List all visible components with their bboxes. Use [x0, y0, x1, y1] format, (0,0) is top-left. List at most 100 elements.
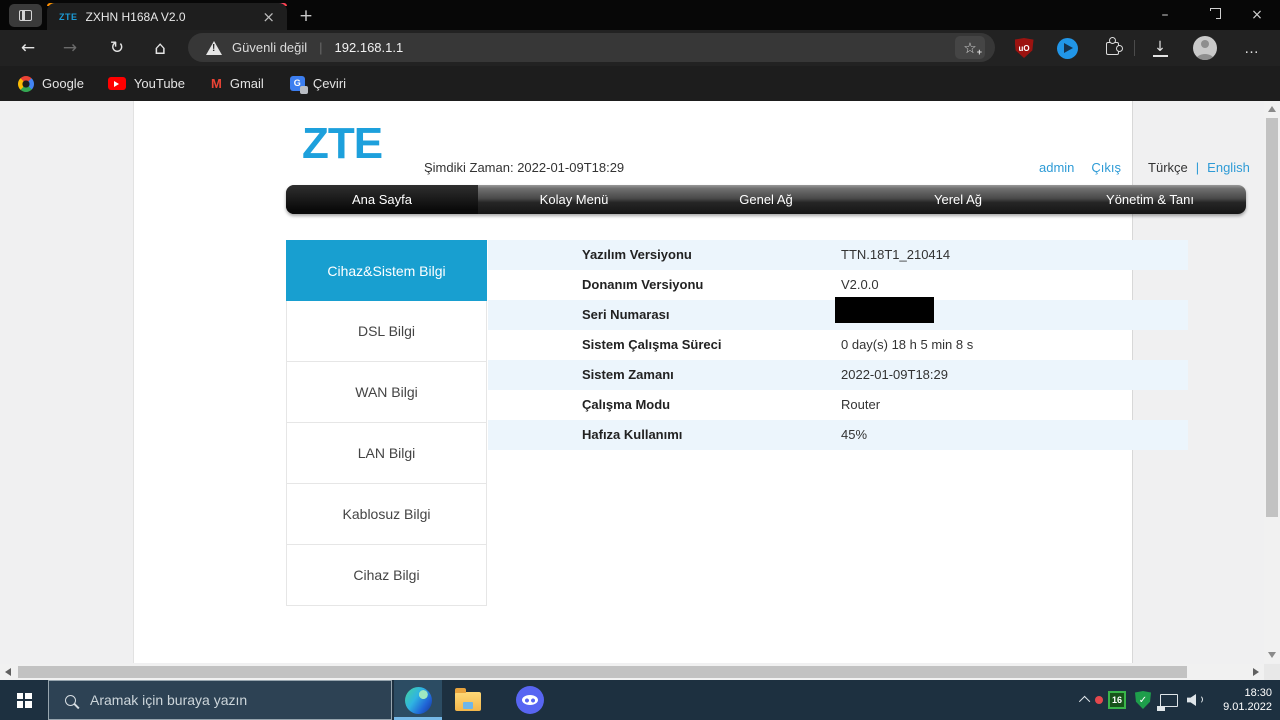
- extensions-menu-button[interactable]: [1098, 30, 1126, 66]
- logout-link[interactable]: Çıkış: [1091, 160, 1121, 175]
- info-row: Sistem Zamanı 2022-01-09T18:29: [488, 360, 1188, 390]
- ublock-shield-icon: [1014, 38, 1034, 58]
- scroll-up-icon[interactable]: [1268, 106, 1276, 112]
- bookmark-google[interactable]: Google: [12, 71, 90, 97]
- volume-button[interactable]: [1187, 693, 1203, 707]
- info-row: Donanım Versiyonu V2.0.0: [488, 270, 1188, 300]
- browser-titlebar: ZTE ZXHN H168A V2.0 × + – ×: [0, 0, 1280, 30]
- add-favorite-button[interactable]: [955, 36, 985, 59]
- tab-close-icon[interactable]: ×: [258, 8, 279, 26]
- tab-actions-button[interactable]: [9, 4, 42, 27]
- bookmark-label: Google: [42, 76, 84, 91]
- taskbar-search-box[interactable]: [48, 680, 392, 720]
- nav-tab-easy-menu[interactable]: Kolay Menü: [478, 185, 670, 214]
- info-label: Çalışma Modu: [582, 397, 671, 412]
- scroll-right-icon[interactable]: [1253, 668, 1259, 676]
- bookmark-label: Çeviri: [312, 76, 347, 91]
- info-row: Seri Numarası: [488, 297, 1188, 330]
- screen: ZTE ZXHN H168A V2.0 × + – × ← → ↻ ⌂ Güve…: [0, 0, 1280, 720]
- current-time-label: Şimdiki Zaman: 2022-01-09T18:29: [424, 160, 625, 175]
- horizontal-scrollbar-thumb[interactable]: [18, 666, 1187, 678]
- puzzle-icon: [1105, 37, 1123, 55]
- info-label: Yazılım Versiyonu: [582, 247, 692, 262]
- download-icon: ↓: [1152, 38, 1168, 57]
- security-shield-icon[interactable]: ✓: [1135, 691, 1151, 709]
- search-input[interactable]: [90, 692, 350, 708]
- security-label[interactable]: Güvenli değil: [232, 40, 307, 55]
- edge-icon: [404, 686, 432, 714]
- bookmark-gmail[interactable]: M Gmail: [205, 71, 270, 97]
- google-icon: [18, 75, 34, 92]
- forward-button[interactable]: →: [55, 30, 85, 66]
- downloads-button[interactable]: ↓: [1146, 30, 1174, 66]
- vertical-tabs-icon: [19, 10, 32, 21]
- zte-favicon-icon: ZTE: [59, 11, 78, 22]
- main-navbar: Ana Sayfa Kolay Menü Genel Ağ Yerel Ağ Y…: [286, 185, 1246, 214]
- nav-tab-lan[interactable]: Yerel Ağ: [862, 185, 1054, 214]
- info-value: 0 day(s) 18 h 5 min 8 s: [841, 337, 974, 352]
- new-tab-button[interactable]: +: [296, 7, 316, 27]
- gmail-icon: M: [211, 76, 222, 91]
- tray-time: 18:30: [1244, 687, 1272, 699]
- address-bar[interactable]: Güvenli değil | 192.168.1.1: [188, 33, 995, 62]
- sidebar-item-wireless-info[interactable]: Kablosuz Bilgi: [286, 484, 487, 545]
- vertical-scrollbar-thumb[interactable]: [1266, 118, 1278, 517]
- tray-ublock-badge[interactable]: 16: [1108, 691, 1126, 709]
- back-button[interactable]: ←: [13, 30, 43, 66]
- refresh-button[interactable]: ↻: [102, 30, 132, 66]
- browser-menu-button[interactable]: …: [1238, 30, 1266, 66]
- url-text[interactable]: 192.168.1.1: [335, 40, 955, 55]
- bookmark-translate[interactable]: G Çeviri: [284, 71, 352, 97]
- info-row: Sistem Çalışma Süreci 0 day(s) 18 h 5 mi…: [488, 330, 1188, 360]
- taskbar-clock[interactable]: 18:30 9.01.2022: [1216, 686, 1272, 714]
- folder-icon: [455, 688, 481, 711]
- search-icon: [65, 694, 76, 706]
- zte-logo: ZTE: [302, 119, 383, 168]
- sidebar-item-lan-info[interactable]: LAN Bilgi: [286, 423, 487, 484]
- network-icon[interactable]: [1157, 693, 1178, 711]
- info-row: Hafıza Kullanımı 45%: [488, 420, 1188, 450]
- scroll-left-icon[interactable]: [5, 668, 11, 676]
- vertical-scrollbar[interactable]: [1264, 101, 1280, 663]
- restore-icon: [1206, 7, 1221, 20]
- sidebar-item-device-info[interactable]: Cihaz Bilgi: [286, 545, 487, 606]
- language-current: Türkçe: [1148, 160, 1188, 175]
- sidebar-item-device-system-info[interactable]: Cihaz&Sistem Bilgi: [286, 240, 487, 301]
- taskbar-file-explorer-button[interactable]: [444, 680, 492, 720]
- taskbar-discord-button[interactable]: [506, 680, 554, 720]
- info-value: TTN.18T1_210414: [841, 247, 951, 262]
- taskbar-edge-button[interactable]: [394, 680, 442, 720]
- sidebar-item-dsl-info[interactable]: DSL Bilgi: [286, 301, 487, 362]
- nav-tab-home[interactable]: Ana Sayfa: [286, 185, 478, 214]
- bookmark-label: YouTube: [133, 76, 186, 91]
- minimize-button[interactable]: –: [1142, 0, 1188, 30]
- window-controls: – ×: [1142, 0, 1280, 30]
- blue-extension-button[interactable]: [1053, 30, 1081, 66]
- restore-button[interactable]: [1188, 0, 1234, 30]
- profile-button[interactable]: [1191, 30, 1219, 66]
- horizontal-scrollbar[interactable]: [0, 664, 1264, 680]
- scroll-down-icon[interactable]: [1268, 652, 1276, 658]
- sidebar-item-wan-info[interactable]: WAN Bilgi: [286, 362, 487, 423]
- start-button[interactable]: [0, 680, 48, 720]
- info-value: V2.0.0: [841, 277, 879, 292]
- discord-icon: [516, 686, 544, 714]
- redacted-serial-number: [835, 297, 934, 323]
- bookmark-youtube[interactable]: YouTube: [102, 71, 191, 97]
- language-english-link[interactable]: English: [1207, 160, 1250, 175]
- admin-user-link[interactable]: admin: [1039, 160, 1074, 175]
- speaker-wave-icon: [1194, 695, 1203, 704]
- info-label: Seri Numarası: [582, 307, 670, 322]
- windows-logo-icon: [16, 692, 32, 708]
- tab-title: ZXHN H168A V2.0: [85, 9, 186, 24]
- nav-tab-wan[interactable]: Genel Ağ: [670, 185, 862, 214]
- nav-tab-management[interactable]: Yönetim & Tanı: [1054, 185, 1246, 214]
- ublock-extension-button[interactable]: [1010, 30, 1038, 66]
- close-button[interactable]: ×: [1234, 0, 1280, 30]
- info-value: 45%: [841, 427, 868, 442]
- home-button[interactable]: ⌂: [145, 30, 175, 66]
- info-label: Hafıza Kullanımı: [582, 427, 683, 442]
- toolbar-divider: [1134, 40, 1135, 56]
- browser-tab[interactable]: ZTE ZXHN H168A V2.0 ×: [47, 3, 287, 30]
- page-viewport: ZTE Şimdiki Zaman: 2022-01-09T18:29 admi…: [0, 101, 1280, 680]
